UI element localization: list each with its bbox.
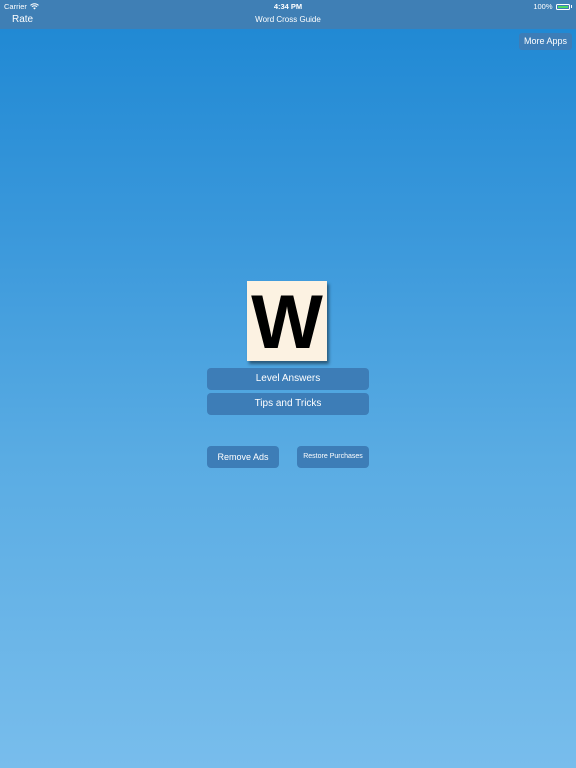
nav-bar: Rate Word Cross Guide [0,12,576,29]
battery-cap [570,5,572,8]
app-screen: Carrier 4:34 PM 100% Rate Word Cross Gui… [0,0,576,768]
status-battery-group: 100% [533,2,572,11]
battery-fill [557,5,568,8]
battery-percentage: 100% [533,2,553,11]
status-time: 4:34 PM [273,2,303,11]
nav-title: Word Cross Guide [255,15,321,24]
tips-and-tricks-button[interactable]: Tips and Tricks [207,393,369,415]
status-bar: Carrier 4:34 PM 100% [0,0,576,12]
battery-icon [555,3,570,10]
level-answers-button[interactable]: Level Answers [207,368,369,390]
remove-ads-button[interactable]: Remove Ads [207,446,279,468]
logo-letter: W [251,280,323,365]
restore-purchases-button[interactable]: Restore Purchases [297,446,369,468]
app-logo-tile: W [247,281,327,361]
more-apps-button[interactable]: More Apps [519,33,572,50]
